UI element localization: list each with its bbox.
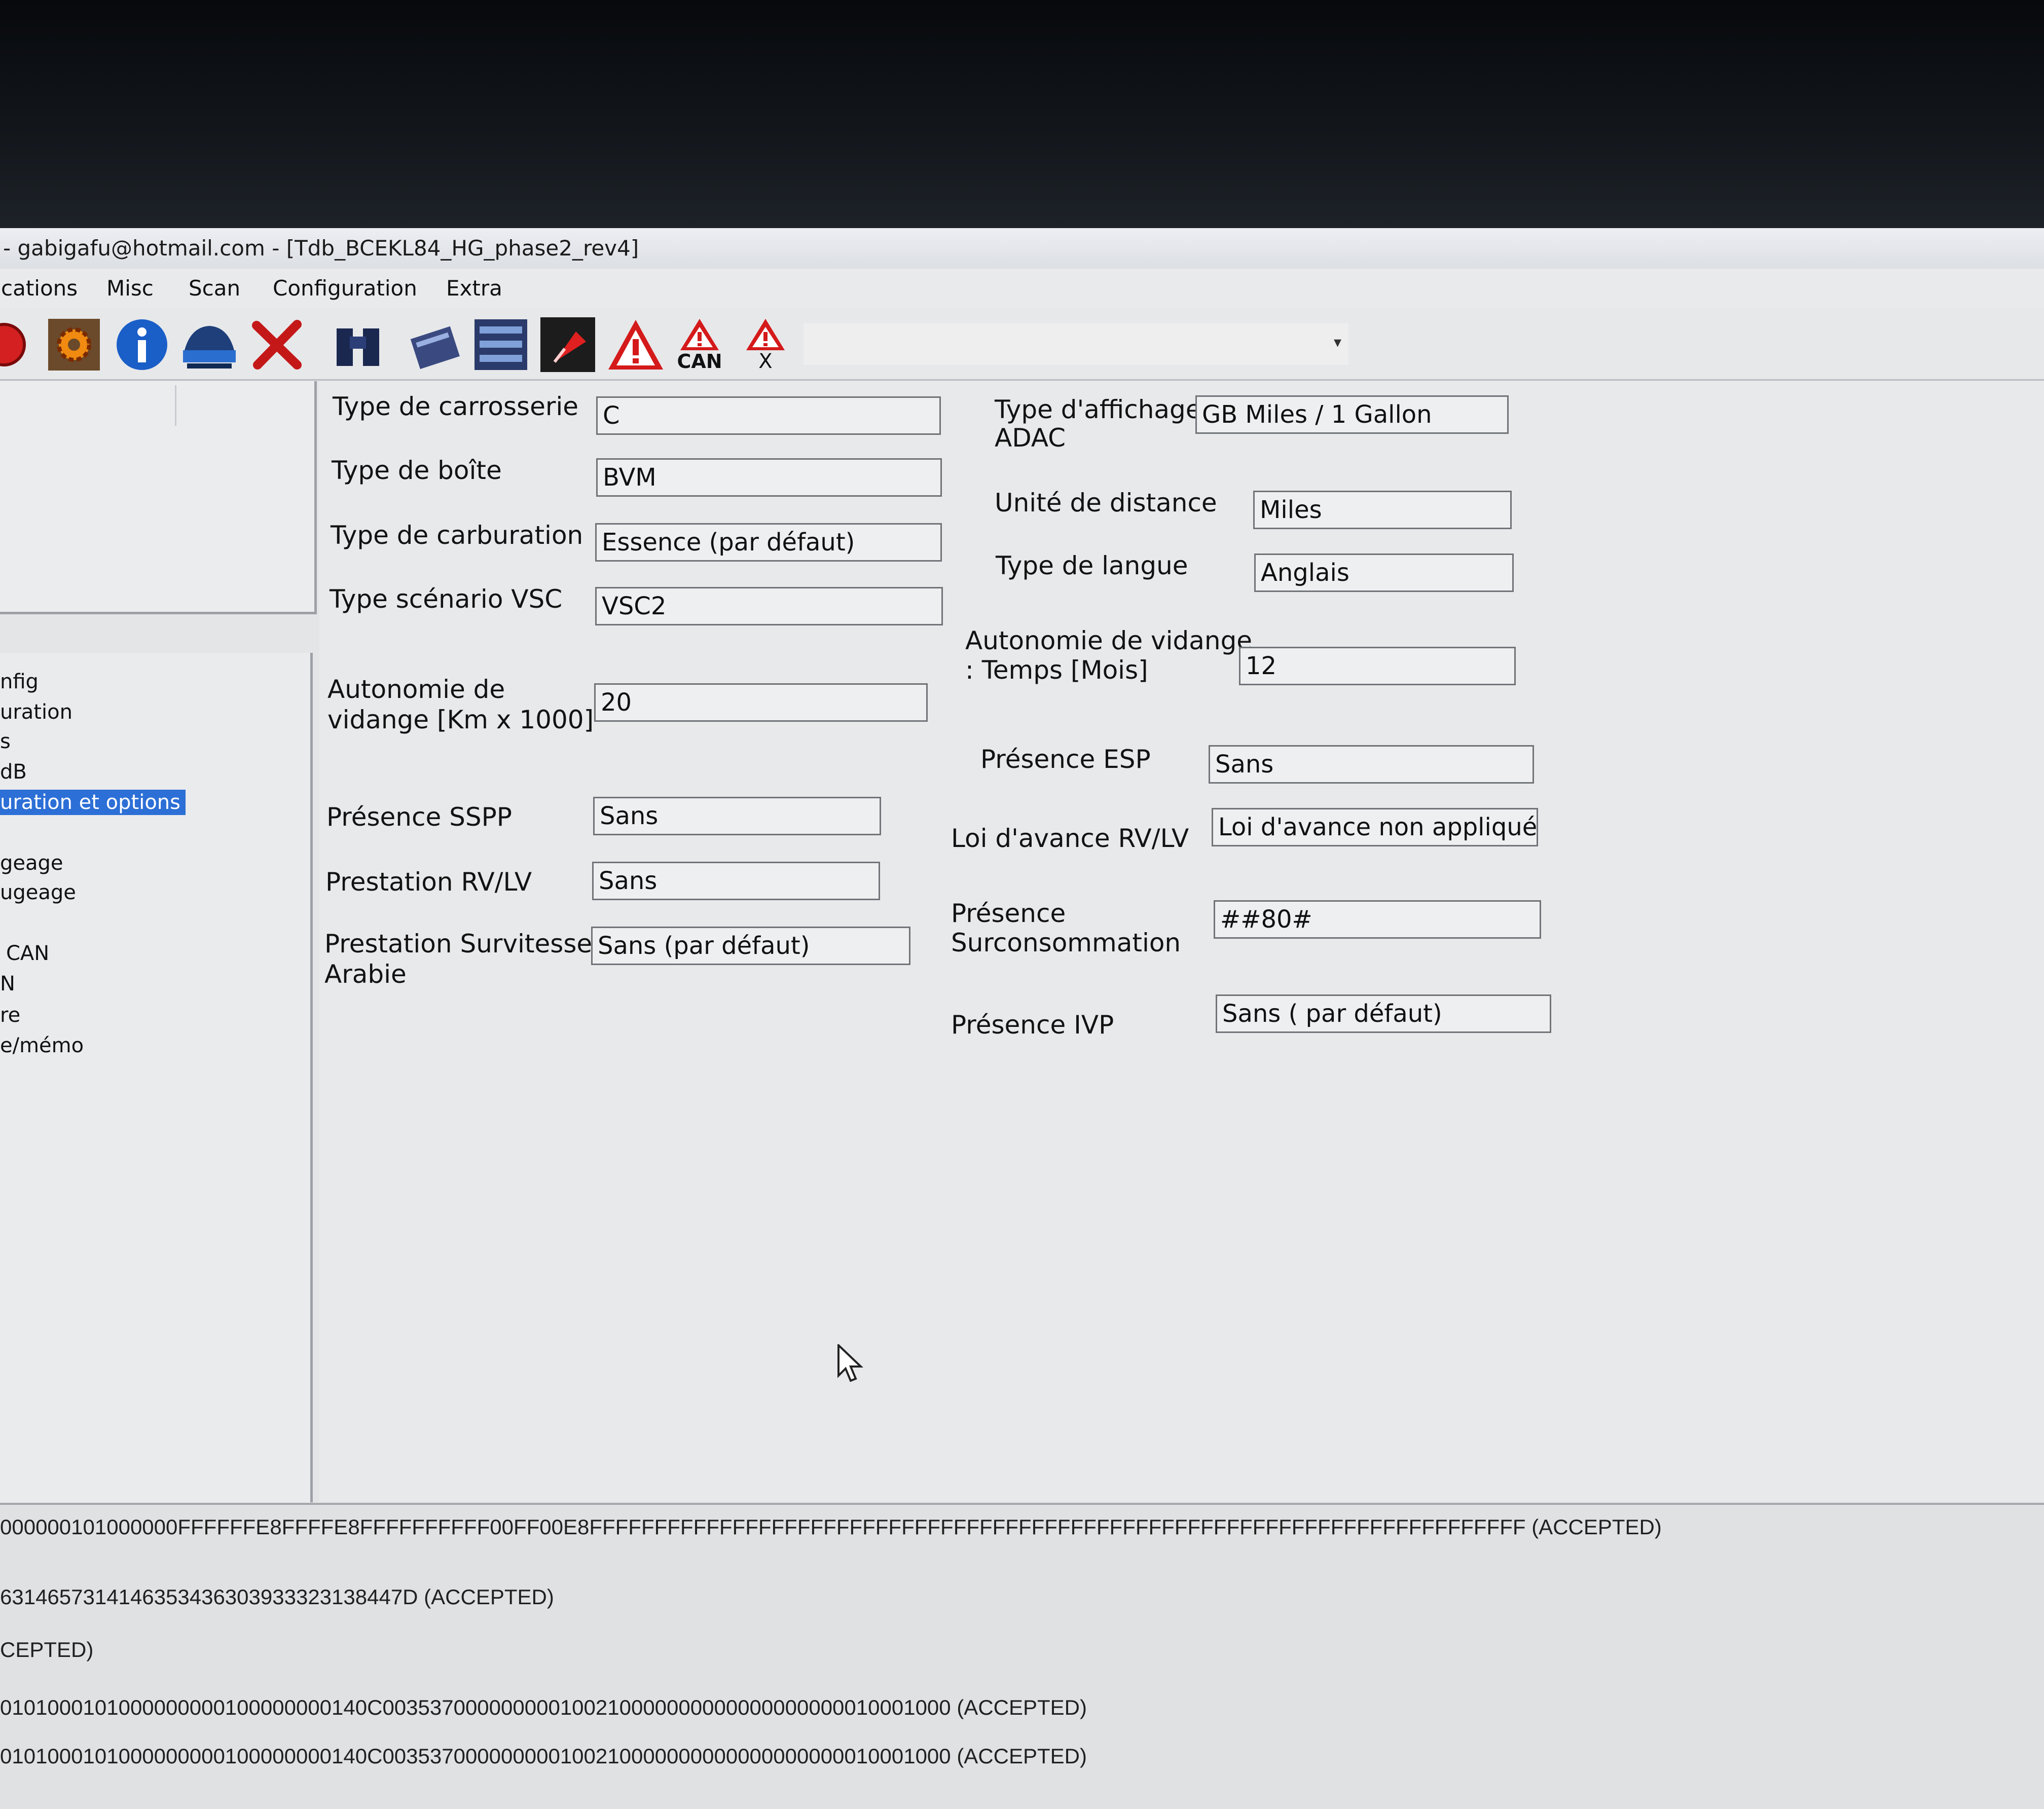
log-line: 6314657314146353436303933323138447D (ACC… [0,1585,554,1609]
label-prestation-survitesse-line2: Arabie [324,959,407,989]
field-loi-avance-rv-lv[interactable]: Loi d'avance non appliquée(pa [1212,808,1538,846]
label-autonomie-vidange-temps-line1: Autonomie de vidange [965,626,1253,655]
label-type-affichage-line1: Type d'affichage [995,395,1201,424]
label-unite-distance: Unité de distance [995,488,1217,518]
label-type-boite: Type de boîte [332,456,502,485]
label-type-scenario-vsc: Type scénario VSC [330,584,563,614]
field-type-carburation[interactable]: Essence (par défaut) [595,523,942,562]
settings-button[interactable] [45,315,103,374]
field-autonomie-vidange-temps[interactable]: 12 [1239,647,1516,685]
label-type-affichage-line2: ADAC [995,423,1066,453]
ecu-programming-icon [410,326,460,370]
tree-header-panel [0,381,317,614]
ecu-program-button[interactable] [406,315,464,374]
tree-item-db[interactable]: dB [0,759,32,785]
cancel-x-icon [252,320,302,370]
label-prestation-survitesse-line1: Prestation Survitesse [324,929,593,958]
info-button[interactable] [113,315,171,374]
warning-clear-icon [746,319,785,350]
cancel-button[interactable] [247,315,306,374]
tree-item-geage[interactable]: geage [0,851,68,876]
search-button[interactable] [328,315,387,374]
field-type-carrosserie[interactable]: C [596,396,941,435]
settings-gear-icon [48,319,100,371]
flag-button[interactable] [538,315,597,374]
field-presence-sspp[interactable]: Sans [593,797,881,835]
label-presence-esp: Présence ESP [980,745,1151,774]
field-autonomie-vidange-km[interactable]: 20 [594,683,928,722]
window-title: - gabigafu@hotmail.com - [Tdb_BCEKL84_HG… [3,236,639,261]
tree-item-can[interactable]: CAN [6,941,54,966]
can-label: CAN [677,350,722,373]
vehicle-scan-icon [183,326,236,368]
tree-item-ugeage[interactable]: ugeage [0,880,81,905]
menu-extra[interactable]: Extra [446,269,502,308]
field-prestation-survitesse[interactable]: Sans (par défaut) [591,927,910,965]
tree-item-configuration[interactable]: uration [0,699,78,725]
tree-item-config[interactable]: nfig [0,669,44,694]
module-config-button[interactable] [471,315,530,374]
tree-column-divider [175,385,176,426]
vehicle-scan-button[interactable] [180,315,239,374]
menu-bar: cations Misc Scan Configuration Extra [0,269,2044,308]
configuration-form: Type de carrosserie C Type de boîte BVM … [319,381,2044,1501]
communication-log: 000000101000000FFFFFFE8FFFFE8FFFFFFFFFF0… [0,1503,2044,1809]
tree-item-re[interactable]: re [0,1003,25,1028]
mouse-cursor-icon [837,1344,863,1382]
field-presence-surconsommation[interactable]: ##80# [1214,900,1541,939]
menu-configuration[interactable]: Configuration [273,269,417,308]
binoculars-icon [337,328,379,366]
field-type-boite[interactable]: BVM [596,458,942,497]
application-window: - gabigafu@hotmail.com - [Tdb_BCEKL84_HG… [0,228,2044,1809]
field-presence-esp[interactable]: Sans [1209,745,1534,784]
log-line: 0101000101000000000100000000140C00353700… [0,1744,1087,1768]
window-title-bar: - gabigafu@hotmail.com - [Tdb_BCEKL84_HG… [0,228,2044,269]
label-autonomie-vidange-km-line1: Autonomie de [327,675,505,704]
toolbar: CAN X ▾ [0,308,2044,381]
clear-warning-button[interactable]: X [736,315,795,374]
tree-item-memo[interactable]: e/mémo [0,1033,89,1058]
label-presence-ivp: Présence IVP [951,1010,1114,1040]
can-warning-button[interactable]: CAN [670,315,729,374]
field-unite-distance[interactable]: Miles [1253,491,1512,529]
label-type-carrosserie: Type de carrosserie [333,392,579,421]
log-line: 000000101000000FFFFFFE8FFFFE8FFFFFFFFFF0… [0,1515,1662,1539]
label-presence-surconsommation-line2: Surconsommation [951,928,1181,957]
log-line: 0101000101000000000100000000140C00353700… [0,1695,1087,1719]
info-icon [117,319,167,370]
label-autonomie-vidange-temps-line2: : Temps [Mois] [965,655,1148,685]
field-type-scenario-vsc[interactable]: VSC2 [595,587,943,625]
label-autonomie-vidange-km-line2: vidange [Km x 1000] [327,705,594,734]
can-warning-icon [680,319,719,350]
laptop-bezel [0,0,2044,228]
label-type-carburation: Type de carburation [331,521,583,550]
chevron-down-icon[interactable]: ▾ [1334,334,1341,351]
field-prestation-rv-lv[interactable]: Sans [592,862,880,900]
x-label: X [758,350,773,373]
label-loi-avance-rv-lv: Loi d'avance RV/LV [951,824,1189,853]
field-type-affichage-adac[interactable]: GB Miles / 1 Gallon [1195,395,1509,434]
tree-item-n[interactable]: N [0,971,20,996]
navigation-tree: nfig uration s dB uration et options gea… [0,653,313,1502]
tree-item-s[interactable]: s [0,729,16,754]
tree-item-configuration-et-options[interactable]: uration et options [0,790,186,815]
label-prestation-rv-lv: Prestation RV/LV [325,867,532,897]
flag-icon [540,317,595,372]
stop-icon [0,323,26,366]
stop-button[interactable] [0,315,33,374]
warning-button[interactable] [606,315,665,374]
toolbar-combobox[interactable]: ▾ [804,323,1348,365]
menu-scan[interactable]: Scan [189,269,240,308]
module-config-icon [474,319,527,370]
warning-icon [608,320,663,370]
menu-applications[interactable]: cations [1,269,78,308]
menu-misc[interactable]: Misc [106,269,154,308]
field-type-langue[interactable]: Anglais [1254,553,1514,592]
label-presence-surconsommation-line1: Présence [951,899,1066,928]
log-line: CEPTED) [0,1638,94,1662]
label-type-langue: Type de langue [996,551,1188,580]
field-presence-ivp[interactable]: Sans ( par défaut) [1216,994,1551,1033]
label-presence-sspp: Présence SSPP [326,802,512,832]
